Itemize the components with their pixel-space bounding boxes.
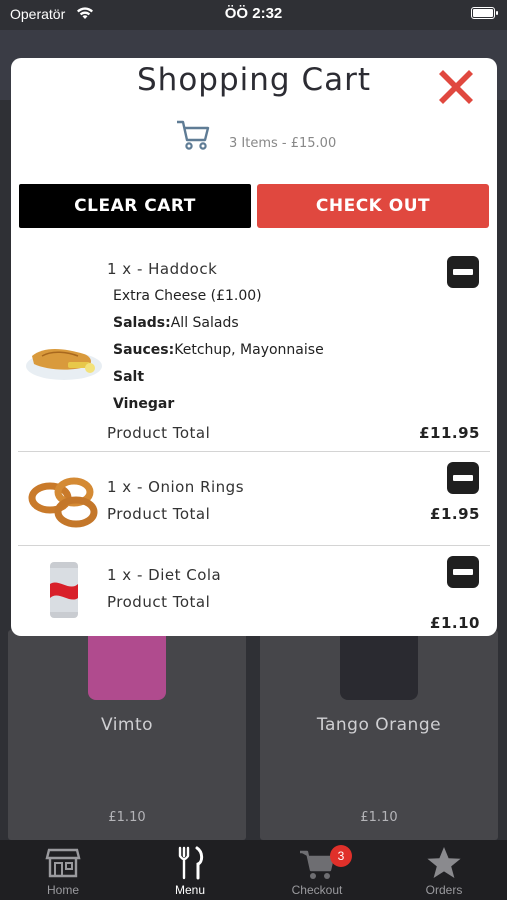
checkout-button[interactable]: CHECK OUT xyxy=(257,184,489,228)
cart-item-title: 1 x - Diet Cola xyxy=(107,566,222,584)
clock: ÖÖ 2:32 xyxy=(224,5,283,22)
tab-checkout[interactable]: Checkout xyxy=(254,840,380,900)
cart-summary: 3 Items - £15.00 xyxy=(11,118,497,154)
cart-item: 1 x - Haddock Extra Cheese (£1.00) Salad… xyxy=(18,244,490,452)
product-total-label: Product Total xyxy=(107,424,211,442)
store-icon xyxy=(45,848,81,878)
checkout-count-badge: 3 xyxy=(330,845,352,867)
cart-item-title: 1 x - Onion Rings xyxy=(107,478,245,496)
bottom-tab-bar: Home Menu Checkout Orders xyxy=(0,840,507,900)
diet-cola-image xyxy=(50,562,78,618)
product-total-price: £1.95 xyxy=(430,505,480,523)
tab-home[interactable]: Home xyxy=(0,840,126,900)
tango-can-image xyxy=(340,630,418,700)
close-icon[interactable] xyxy=(433,64,479,110)
tab-orders[interactable]: Orders xyxy=(381,840,507,900)
background-product-grid: Vimto £1.10 Tango Orange £1.10 xyxy=(8,630,499,840)
star-icon xyxy=(427,847,461,878)
cutlery-icon xyxy=(178,846,204,880)
product-price: £1.10 xyxy=(360,810,398,825)
remove-item-button[interactable] xyxy=(447,556,479,588)
cart-summary-text: 3 Items - £15.00 xyxy=(229,136,337,151)
haddock-image xyxy=(26,349,102,380)
status-bar: Operatör ÖÖ 2:32 xyxy=(0,0,507,30)
remove-item-button[interactable] xyxy=(447,256,479,288)
shopping-cart-modal: Shopping Cart 3 Items - £15.00 CLEAR CAR… xyxy=(11,58,497,636)
tab-menu[interactable]: Menu xyxy=(127,840,253,900)
product-total-label: Product Total xyxy=(107,593,211,611)
cart-item-option: Extra Cheese (£1.00) xyxy=(113,288,262,304)
product-total-price: £1.10 xyxy=(430,614,480,632)
product-card-tango[interactable]: Tango Orange £1.10 xyxy=(260,630,498,840)
onion-rings-image xyxy=(28,477,98,528)
cart-item-option: Salads:All Salads xyxy=(113,315,239,331)
cart-item-option: Sauces:Ketchup, Mayonnaise xyxy=(113,342,324,358)
battery-icon xyxy=(471,7,498,19)
cart-item: 1 x - Onion Rings Product Total £1.95 xyxy=(18,452,490,546)
product-total-label: Product Total xyxy=(107,505,211,523)
tab-label: Orders xyxy=(425,883,463,897)
product-name: Vimto xyxy=(100,715,154,735)
product-card-vimto[interactable]: Vimto £1.10 xyxy=(8,630,246,840)
cart-item-title: 1 x - Haddock xyxy=(107,260,218,278)
product-price: £1.10 xyxy=(108,810,146,825)
tab-label: Home xyxy=(46,883,79,897)
vimto-can-image xyxy=(88,630,166,700)
product-total-price: £11.95 xyxy=(419,424,480,442)
clear-cart-button[interactable]: CLEAR CART xyxy=(19,184,251,228)
cart-item: 1 x - Diet Cola Product Total £1.10 xyxy=(18,546,490,636)
remove-item-button[interactable] xyxy=(447,462,479,494)
product-name: Tango Orange xyxy=(316,715,442,735)
tab-label: Menu xyxy=(174,883,206,897)
cart-item-option: Vinegar xyxy=(113,396,175,412)
cart-items-list: 1 x - Haddock Extra Cheese (£1.00) Salad… xyxy=(11,244,497,636)
cart-icon xyxy=(177,120,210,150)
modal-title: Shopping Cart xyxy=(137,62,371,98)
tab-label: Checkout xyxy=(291,883,343,897)
cart-item-option: Salt xyxy=(113,369,145,385)
